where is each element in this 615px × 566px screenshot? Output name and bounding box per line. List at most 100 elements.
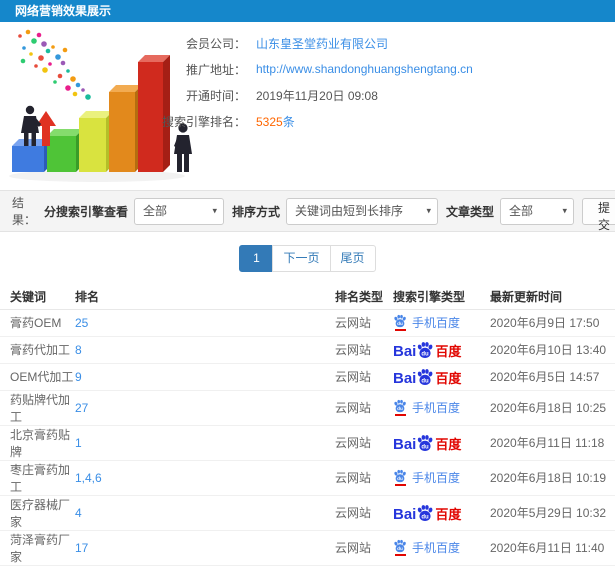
rank-type-cell: 云网站 [335, 363, 393, 391]
sort-select[interactable]: 关键词由短到长排序 [286, 197, 439, 225]
rank-link[interactable]: 1,4,6 [75, 471, 102, 485]
col-engine-type: 搜索引擎类型 [393, 284, 490, 310]
page-1-button[interactable]: 1 [239, 245, 274, 272]
submit-button[interactable]: 提交 [582, 197, 615, 232]
bar-yellow [79, 111, 113, 172]
svg-text:du: du [397, 321, 403, 326]
mobile-baidu-label: 手机百度 [412, 316, 461, 330]
rank-type-cell: 云网站 [335, 309, 393, 337]
baidu-logo: Bai du 百度 [393, 368, 461, 386]
article-type-select[interactable]: 全部 [500, 197, 575, 225]
baidu-logo-cn: 百度 [435, 370, 462, 386]
bar-green [47, 129, 83, 172]
keyword-cell: 膏药代加工 [0, 336, 75, 364]
table-row: 枣庄膏药加工 1,4,6 云网站 du 手机百度 2020年6月18日 10:1… [0, 460, 615, 496]
rank-type-cell: 云网站 [335, 495, 393, 531]
rank-cell: 27 [75, 390, 335, 426]
next-page-button[interactable]: 下一页 [272, 245, 331, 272]
rank-cell: 1,4,6 [75, 460, 335, 496]
mobile-baidu-label: 手机百度 [412, 471, 461, 485]
rank-link[interactable]: 1 [75, 436, 82, 450]
baidu-logo-cn: 百度 [435, 506, 462, 522]
svg-text:du: du [397, 546, 403, 551]
results-table: 关键词 排名 排名类型 搜索引擎类型 最新更新时间 膏药OEM 25 云网站 d… [0, 284, 615, 566]
page-header: 网络营销效果展示 [0, 0, 615, 22]
table-row: 膏药代加工 8 云网站 Bai du 百度 2020年6月10日 13:40 [0, 336, 615, 364]
baidu-paw-icon: du [418, 434, 433, 451]
svg-text:du: du [422, 444, 430, 450]
col-rank-type: 排名类型 [335, 284, 393, 310]
rank-link[interactable]: 17 [75, 541, 88, 555]
update-time-cell: 2020年5月29日 10:32 [490, 495, 615, 531]
update-time-cell: 2020年6月18日 10:25 [490, 390, 615, 426]
rank-link[interactable]: 27 [75, 401, 88, 415]
rank-cell: 17 [75, 530, 335, 566]
table-row: 菏泽膏药厂家 17 云网站 du 手机百度 2020年6月11日 11:40 [0, 530, 615, 566]
promo-url-link[interactable]: http://www.shandonghuangshengtang.cn [256, 62, 473, 76]
baidu-logo: Bai du 百度 [393, 434, 461, 452]
info-row-ranking-count: 搜索引擎排名： 5325条 [140, 112, 473, 130]
search-engine-cell: du 手机百度 [393, 460, 490, 496]
rank-cell: 1 [75, 425, 335, 461]
baidu-logo-latin: Bai [393, 435, 417, 453]
svg-text:du: du [422, 514, 430, 520]
mobile-baidu-paw-icon: du [393, 539, 407, 556]
baidu-logo-cn: 百度 [435, 436, 462, 452]
baidu-logo-latin: Bai [393, 505, 417, 523]
svg-text:du: du [422, 351, 430, 357]
search-engine-cell: du 手机百度 [393, 309, 490, 337]
mobile-baidu-red-underline [394, 484, 406, 486]
mobile-baidu-logo: du 手机百度 [393, 469, 460, 486]
ranking-count-value: 5325条 [256, 113, 295, 130]
table-row: 药贴牌代加工 27 云网站 du 手机百度 2020年6月18日 10:25 [0, 390, 615, 426]
table-header-row: 关键词 排名 排名类型 搜索引擎类型 最新更新时间 [0, 284, 615, 310]
rank-type-cell: 云网站 [335, 460, 393, 496]
ranking-count-label: 搜索引擎排名： [161, 114, 246, 129]
mobile-baidu-red-underline [394, 414, 406, 416]
update-time-cell: 2020年6月11日 11:40 [490, 530, 615, 566]
search-engine-cell: Bai du 百度 [393, 363, 490, 391]
rank-link[interactable]: 8 [75, 343, 82, 357]
table-row: 北京膏药贴牌 1 云网站 Bai du 百度 2020年6月11日 11:18 [0, 425, 615, 461]
rank-type-cell: 云网站 [335, 530, 393, 566]
last-page-button[interactable]: 尾页 [329, 245, 376, 272]
update-time-cell: 2020年6月5日 14:57 [490, 363, 615, 391]
table-row: OEM代加工 9 云网站 Bai du 百度 2020年6月5日 14:57 [0, 363, 615, 391]
rank-link[interactable]: 25 [75, 316, 88, 330]
result-label: 结果： [12, 196, 37, 227]
header-section: 会员公司： 山东皇圣堂药业有限公司 推广地址： http://www.shand… [0, 22, 615, 190]
info-row-url: 推广地址： http://www.shandonghuangshengtang.… [140, 60, 473, 78]
open-time-label: 开通时间： [185, 88, 246, 103]
rank-link[interactable]: 4 [75, 506, 82, 520]
baidu-logo-latin: Bai [393, 369, 417, 387]
baidu-logo: Bai du 百度 [393, 504, 461, 522]
svg-text:du: du [422, 378, 430, 384]
col-rank: 排名 [75, 284, 335, 310]
update-time-cell: 2020年6月18日 10:19 [490, 460, 615, 496]
engine-filter-select[interactable]: 全部 [134, 197, 225, 225]
keyword-cell: 药贴牌代加工 [0, 390, 75, 426]
baidu-logo-latin: Bai [393, 342, 417, 360]
update-time-cell: 2020年6月11日 11:18 [490, 425, 615, 461]
search-engine-cell: du 手机百度 [393, 390, 490, 426]
page-title: 网络营销效果展示 [15, 4, 112, 18]
filter-bar: 结果： 分搜索引擎查看 全部 排序方式 关键词由短到长排序 文章类型 全部 提交 [0, 190, 615, 232]
table-row: 医疗器械厂家 4 云网站 Bai du 百度 2020年5月29日 10:32 [0, 495, 615, 531]
search-engine-cell: Bai du 百度 [393, 425, 490, 461]
update-time-cell: 2020年6月9日 17:50 [490, 309, 615, 337]
article-type-label: 文章类型 [446, 204, 495, 219]
mobile-baidu-red-underline [394, 554, 406, 556]
mobile-baidu-label: 手机百度 [412, 541, 461, 555]
baidu-logo: Bai du 百度 [393, 341, 461, 359]
engine-filter-select-wrap: 全部 [134, 197, 225, 225]
rank-link[interactable]: 9 [75, 370, 82, 384]
rank-type-cell: 云网站 [335, 425, 393, 461]
mobile-baidu-paw-icon: du [393, 469, 407, 486]
baidu-paw-icon: du [418, 341, 433, 358]
info-row-company: 会员公司： 山东皇圣堂药业有限公司 [140, 34, 473, 52]
promo-url-label: 推广地址： [185, 62, 246, 77]
info-row-open-time: 开通时间： 2019年11月20日 09:08 [140, 86, 473, 104]
company-link[interactable]: 山东皇圣堂药业有限公司 [256, 35, 388, 52]
mobile-baidu-paw-icon: du [393, 314, 407, 331]
search-engine-cell: du 手机百度 [393, 530, 490, 566]
